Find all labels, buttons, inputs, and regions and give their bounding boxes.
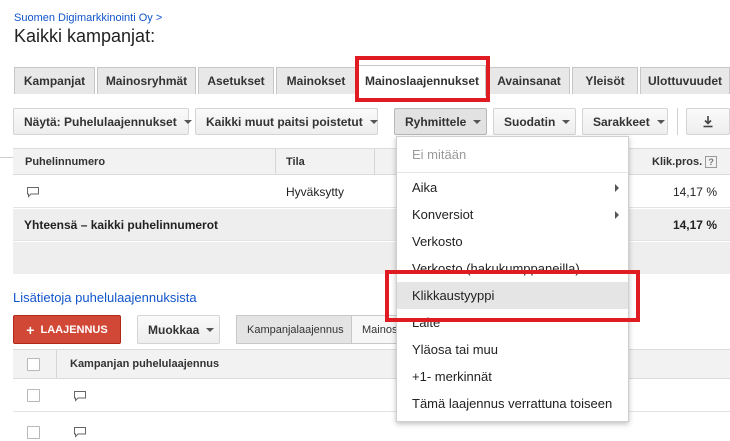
chevron-right-icon	[615, 210, 619, 219]
chat-icon[interactable]	[26, 186, 40, 198]
add-extension-label: LAAJENNUS	[40, 323, 108, 336]
menu-item-conversions-label: Konversiot	[412, 207, 474, 222]
row-checkbox[interactable]	[27, 389, 40, 402]
annotation-highlight-menu-item	[385, 270, 640, 322]
menu-item-plus-one-annotations[interactable]: +1- merkinnät	[397, 363, 628, 390]
download-icon	[703, 116, 713, 128]
column-header-status[interactable]: Tila	[286, 149, 305, 174]
menu-item-time-label: Aika	[412, 180, 438, 195]
column-divider	[374, 149, 375, 174]
select-all-checkbox[interactable]	[27, 358, 40, 371]
total-ctr: 14,17 %	[672, 218, 717, 232]
view-dropdown-label: Näytä: Puhelulaajennukset	[24, 114, 177, 129]
page-title: Kaikki kampanjat:	[14, 26, 156, 46]
column-divider	[275, 149, 276, 174]
row-ctr-cell: 14,17 %	[672, 185, 717, 199]
chevron-down-icon	[656, 119, 665, 124]
menu-item-top-vs-other[interactable]: Yläosa tai muu	[397, 336, 628, 363]
tab-settings[interactable]: Asetukset	[198, 67, 274, 94]
columns-button-label: Sarakkeet	[593, 114, 650, 129]
column-header-ctr-label: Klik.pros.	[652, 155, 703, 168]
chat-icon[interactable]	[73, 390, 87, 402]
filter-button-label: Suodatin	[504, 114, 556, 129]
chevron-right-icon	[615, 183, 619, 192]
status-filter-dropdown[interactable]: Kaikki muut paitsi poistetut	[195, 108, 378, 135]
help-icon[interactable]: ?	[705, 155, 718, 168]
tab-ads[interactable]: Mainokset	[276, 67, 356, 94]
menu-item-time[interactable]: Aika	[397, 174, 628, 201]
chevron-down-icon	[562, 119, 571, 124]
chat-icon[interactable]	[73, 426, 87, 438]
chevron-down-icon	[369, 119, 378, 124]
plus-icon: +	[26, 321, 35, 338]
list-header-label[interactable]: Kampanjan puhelulaajennus	[70, 350, 219, 378]
campaign-extension-toggle[interactable]: Kampanjalaajennus	[236, 315, 352, 344]
more-info-link[interactable]: Lisätietoja puhelulaajennuksista	[13, 290, 197, 305]
download-button[interactable]	[686, 108, 730, 135]
tab-dimensions[interactable]: Ulottuvuudet	[640, 67, 730, 94]
chevron-down-icon	[183, 119, 192, 124]
toolbar-divider	[677, 108, 678, 135]
menu-item-this-vs-other-extension[interactable]: Tämä laajennus verrattuna toiseen	[397, 390, 628, 417]
tab-campaigns[interactable]: Kampanjat	[14, 67, 95, 94]
segment-button[interactable]: Ryhmittele	[394, 108, 487, 135]
status-filter-label: Kaikki muut paitsi poistetut	[206, 114, 363, 129]
segment-button-label: Ryhmittele	[405, 114, 467, 129]
add-extension-button[interactable]: + LAAJENNUS	[13, 315, 121, 344]
total-label: Yhteensä – kaikki puhelinnumerot	[24, 218, 219, 232]
columns-button[interactable]: Sarakkeet	[582, 108, 668, 135]
edit-button-label: Muokkaa	[148, 322, 200, 337]
edit-button[interactable]: Muokkaa	[137, 315, 220, 344]
menu-item-conversions[interactable]: Konversiot	[397, 201, 628, 228]
column-divider	[56, 350, 57, 378]
tab-ad-groups[interactable]: Mainosryhmät	[97, 67, 196, 94]
filter-button[interactable]: Suodatin	[493, 108, 576, 135]
row-phone-cell	[26, 186, 40, 198]
breadcrumb[interactable]: Suomen Digimarkkinointi Oy >	[14, 12, 162, 24]
chevron-down-icon	[473, 119, 482, 124]
row-status-cell: Hyväksytty	[286, 185, 345, 199]
view-dropdown[interactable]: Näytä: Puhelulaajennukset	[13, 108, 192, 135]
tab-keywords[interactable]: Avainsanat	[488, 67, 570, 94]
column-header-ctr[interactable]: Klik.pros. ?	[652, 149, 718, 174]
menu-divider	[397, 172, 628, 173]
tab-audiences[interactable]: Yleisöt	[572, 67, 638, 94]
chevron-down-icon	[206, 327, 215, 332]
column-header-phone[interactable]: Puhelinnumero	[25, 149, 105, 174]
row-checkbox[interactable]	[27, 426, 40, 439]
menu-item-none: Ei mitään	[412, 147, 467, 162]
menu-item-network[interactable]: Verkosto	[397, 228, 628, 255]
annotation-highlight-tab	[355, 56, 490, 102]
